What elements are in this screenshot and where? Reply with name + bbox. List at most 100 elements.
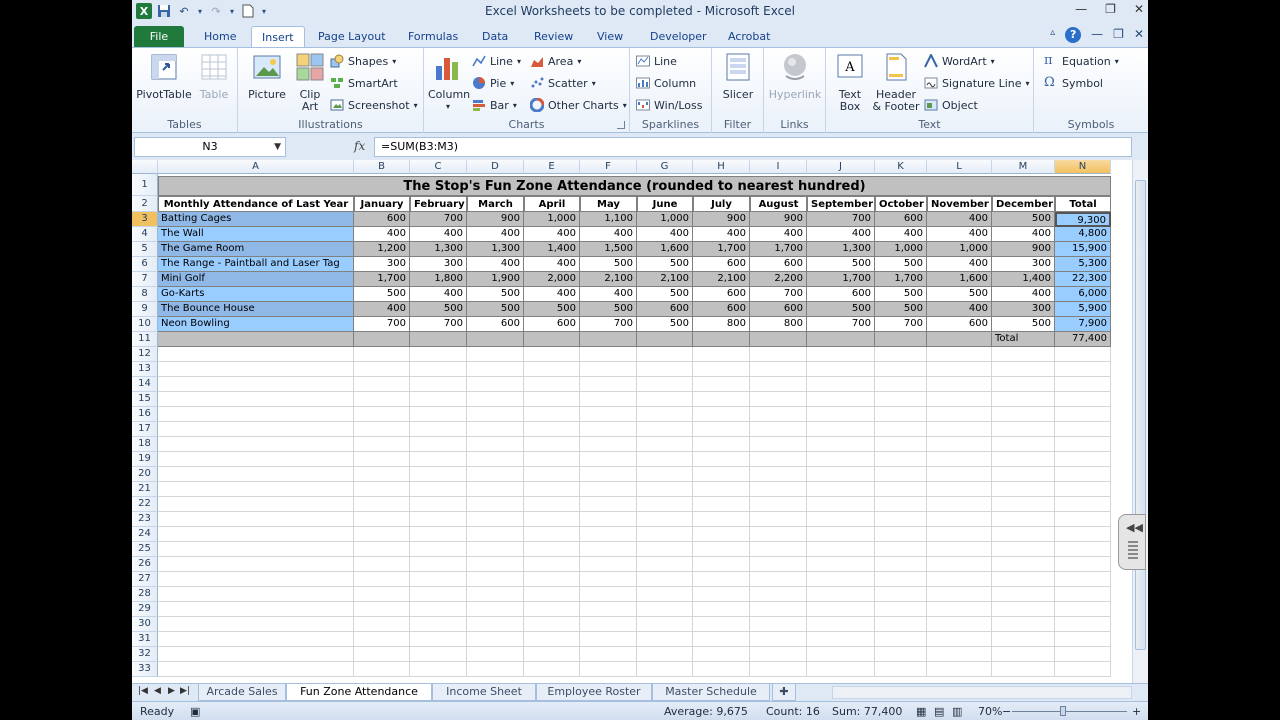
empty-cell[interactable] (875, 557, 927, 572)
row-header-18[interactable]: 18 (132, 437, 158, 452)
empty-cell[interactable] (693, 437, 750, 452)
empty-cell[interactable] (410, 377, 467, 392)
empty-cell[interactable] (1055, 467, 1111, 482)
sheet-title-cell[interactable]: The Stop's Fun Zone Attendance (rounded … (158, 176, 1111, 196)
total-row-cell[interactable] (524, 332, 580, 347)
data-cell[interactable]: 500 (992, 317, 1055, 332)
empty-cell[interactable] (875, 407, 927, 422)
empty-cell[interactable] (992, 512, 1055, 527)
data-cell[interactable]: 500 (992, 212, 1055, 227)
empty-cell[interactable] (637, 392, 693, 407)
page-layout-view-icon[interactable]: ▤ (934, 705, 944, 718)
empty-cell[interactable] (354, 422, 410, 437)
empty-cell[interactable] (1055, 392, 1111, 407)
empty-cell[interactable] (750, 647, 807, 662)
data-cell[interactable]: 5,300 (1055, 257, 1111, 272)
column-header-e[interactable]: E (524, 160, 580, 174)
empty-cell[interactable] (992, 587, 1055, 602)
minimize-icon[interactable]: — (1075, 2, 1087, 16)
empty-cell[interactable] (580, 647, 637, 662)
data-cell[interactable]: 900 (467, 212, 524, 227)
total-row-cell[interactable] (875, 332, 927, 347)
empty-cell[interactable] (467, 617, 524, 632)
tab-view[interactable]: View (587, 26, 633, 47)
data-cell[interactable]: 400 (467, 257, 524, 272)
column-header-j[interactable]: J (807, 160, 875, 174)
empty-cell[interactable] (750, 377, 807, 392)
column-header-d[interactable]: D (467, 160, 524, 174)
data-cell[interactable]: 500 (580, 302, 637, 317)
data-cell[interactable]: 600 (750, 302, 807, 317)
tab-developer[interactable]: Developer (640, 26, 717, 47)
empty-cell[interactable] (927, 602, 992, 617)
empty-cell[interactable] (410, 392, 467, 407)
insert-function-icon[interactable]: fx (354, 139, 365, 153)
empty-cell[interactable] (637, 407, 693, 422)
vertical-scrollbar[interactable] (1132, 160, 1148, 683)
row-header-11[interactable]: 11 (132, 332, 158, 347)
data-cell[interactable]: 2,100 (693, 272, 750, 287)
data-cell[interactable]: 700 (807, 212, 875, 227)
data-cell[interactable]: 500 (875, 257, 927, 272)
empty-cell[interactable] (158, 377, 354, 392)
empty-cell[interactable] (875, 542, 927, 557)
empty-cell[interactable] (524, 587, 580, 602)
empty-cell[interactable] (580, 407, 637, 422)
empty-cell[interactable] (875, 422, 927, 437)
zoom-level[interactable]: 70% (978, 705, 1002, 718)
row-header-22[interactable]: 22 (132, 497, 158, 512)
empty-cell[interactable] (637, 542, 693, 557)
equation-button[interactable]: π Equation ▾ (1044, 52, 1119, 70)
empty-cell[interactable] (580, 482, 637, 497)
empty-cell[interactable] (410, 662, 467, 677)
empty-cell[interactable] (693, 572, 750, 587)
data-cell[interactable]: 600 (927, 317, 992, 332)
column-header-c[interactable]: C (410, 160, 467, 174)
empty-cell[interactable] (637, 647, 693, 662)
row-header-3[interactable]: 3 (132, 212, 158, 227)
empty-cell[interactable] (580, 617, 637, 632)
empty-cell[interactable] (927, 482, 992, 497)
data-cell[interactable]: 700 (354, 317, 410, 332)
empty-cell[interactable] (637, 512, 693, 527)
empty-cell[interactable] (637, 602, 693, 617)
empty-cell[interactable] (354, 617, 410, 632)
empty-cell[interactable] (807, 362, 875, 377)
area-chart-button[interactable]: Area ▾ (530, 52, 581, 70)
empty-cell[interactable] (354, 587, 410, 602)
empty-cell[interactable] (410, 632, 467, 647)
empty-cell[interactable] (875, 512, 927, 527)
slicer-button[interactable]: Slicer (718, 52, 758, 101)
row-header-9[interactable]: 9 (132, 302, 158, 317)
row-header-25[interactable]: 25 (132, 542, 158, 557)
formula-input[interactable]: =SUM(B3:M3) (374, 137, 1132, 157)
empty-cell[interactable] (524, 392, 580, 407)
empty-cell[interactable] (580, 527, 637, 542)
empty-cell[interactable] (750, 392, 807, 407)
empty-cell[interactable] (410, 497, 467, 512)
doc-close-icon[interactable]: ✕ (1134, 27, 1144, 43)
empty-cell[interactable] (875, 467, 927, 482)
empty-cell[interactable] (354, 647, 410, 662)
empty-cell[interactable] (354, 572, 410, 587)
empty-cell[interactable] (693, 377, 750, 392)
empty-cell[interactable] (580, 557, 637, 572)
empty-cell[interactable] (927, 632, 992, 647)
data-cell[interactable]: 800 (750, 317, 807, 332)
row-header-26[interactable]: 26 (132, 557, 158, 572)
row-header-10[interactable]: 10 (132, 317, 158, 332)
empty-cell[interactable] (693, 497, 750, 512)
empty-cell[interactable] (158, 482, 354, 497)
empty-cell[interactable] (927, 407, 992, 422)
tab-insert[interactable]: Insert (251, 26, 305, 47)
empty-cell[interactable] (1055, 647, 1111, 662)
data-cell[interactable]: 7,900 (1055, 317, 1111, 332)
data-cell[interactable]: 400 (410, 227, 467, 242)
empty-cell[interactable] (693, 392, 750, 407)
empty-cell[interactable] (467, 527, 524, 542)
data-cell[interactable]: 400 (580, 227, 637, 242)
empty-cell[interactable] (807, 452, 875, 467)
line-chart-button[interactable]: Line ▾ (472, 52, 521, 70)
header-cell[interactable]: February (410, 196, 467, 212)
empty-cell[interactable] (158, 362, 354, 377)
